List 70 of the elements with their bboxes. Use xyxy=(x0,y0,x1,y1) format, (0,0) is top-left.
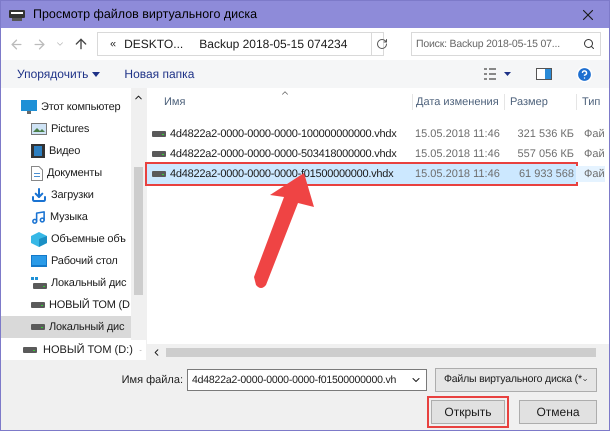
file-row[interactable]: 4d4822a2-0000-0000-0000-503418000000.vhdx 15.05.2018 11:46 557 056 КБ xyxy=(147,144,576,164)
file-type: Фай xyxy=(576,166,605,182)
download-arrow-icon xyxy=(31,187,47,203)
monitor-icon xyxy=(21,100,37,114)
drive-icon xyxy=(152,150,166,158)
column-header[interactable]: Имя xyxy=(147,94,412,110)
column-header[interactable]: Тип xyxy=(576,94,600,110)
search-icon xyxy=(583,38,595,50)
search-field[interactable]: Поиск: Backup 2018-05-15 07... xyxy=(411,32,601,56)
file-date: 15.05.2018 11:46 xyxy=(414,166,501,182)
organize-button[interactable]: Упорядочить xyxy=(17,65,100,83)
drive-icon xyxy=(31,323,45,331)
scrollbar-thumb[interactable] xyxy=(166,348,596,356)
sidebar-item[interactable]: Объемные объ xyxy=(1,228,131,250)
file-size: 557 056 КБ xyxy=(516,146,574,162)
help-icon[interactable] xyxy=(576,66,593,82)
refresh-icon[interactable] xyxy=(376,38,388,50)
file-type: Фай xyxy=(583,146,605,162)
file-type-filter: Файлы виртуального диска (* xyxy=(444,372,582,388)
cube-icon xyxy=(31,232,47,246)
sidebar-item[interactable]: Локальный дис xyxy=(1,316,131,338)
file-type-dropdown[interactable]: Файлы виртуального диска (* xyxy=(435,368,597,392)
picture-icon xyxy=(31,123,47,135)
sidebar-item[interactable]: НОВЫЙ ТОМ (D xyxy=(1,294,131,316)
sidebar-item[interactable]: НОВЫЙ ТОМ (D:) xyxy=(1,340,146,360)
drive-icon xyxy=(152,170,166,178)
sidebar-item[interactable]: Документы xyxy=(1,162,131,184)
scrollbar-thumb[interactable] xyxy=(134,167,143,295)
window-title: Просмотр файлов виртуального диска xyxy=(33,6,258,24)
sidebar-item[interactable]: Локальный дис xyxy=(1,272,131,294)
new-folder-button[interactable]: Новая папка xyxy=(124,65,194,83)
file-type: Фай xyxy=(583,126,605,142)
column-header[interactable]: Размер xyxy=(504,94,576,110)
cancel-button[interactable]: Отмена xyxy=(519,400,597,424)
vertical-scrollbar[interactable] xyxy=(131,88,146,340)
breadcrumb[interactable]: DESKTO... xyxy=(124,35,184,53)
breadcrumb[interactable]: Backup 2018-05-15 074234 xyxy=(199,35,348,53)
desktop-icon xyxy=(31,255,47,267)
drive-icon xyxy=(23,346,37,354)
file-row[interactable]: 4d4822a2-0000-0000-0000-f01500000000.vhdx 15.05.2018 11:46 61 933 568 xyxy=(147,164,576,184)
file-name: 4d4822a2-0000-0000-0000-503418000000.vhdx xyxy=(170,146,396,162)
file-size: 321 536 КБ xyxy=(516,126,574,142)
address-prefix: « xyxy=(110,36,116,52)
sidebar-item[interactable]: Видео xyxy=(1,140,131,162)
file-name: 4d4822a2-0000-0000-0000-100000000000.vhdx xyxy=(170,126,396,142)
film-icon xyxy=(31,144,45,158)
sidebar-item[interactable]: Загрузки xyxy=(1,184,131,206)
document-icon xyxy=(31,166,43,180)
file-row[interactable]: 4d4822a2-0000-0000-0000-100000000000.vhdx 15.05.2018 11:46 321 536 КБ xyxy=(147,124,576,144)
sidebar-item[interactable]: Музыка xyxy=(1,206,131,228)
file-date: 15.05.2018 11:46 xyxy=(414,126,501,142)
preview-pane-icon[interactable] xyxy=(536,68,552,80)
caret-icon xyxy=(92,72,100,76)
file-name: 4d4822a2-0000-0000-0000-f01500000000.vhdx xyxy=(170,166,394,182)
sidebar-item[interactable]: Этот компьютер xyxy=(1,96,131,118)
filename-label: Имя файла: xyxy=(122,372,183,388)
system-drive-icon xyxy=(31,276,47,290)
file-size: 61 933 568 xyxy=(518,166,574,182)
sidebar-item[interactable]: Рабочий стол xyxy=(1,250,131,272)
drive-icon xyxy=(31,301,45,309)
filename-field[interactable]: 4d4822a2-0000-0000-0000-f01500000000.vh xyxy=(187,369,427,391)
sidebar-item[interactable]: Pictures xyxy=(1,118,131,140)
music-note-icon xyxy=(31,210,46,224)
address-bar[interactable]: « DESKTO... Backup 2018-05-15 074234 xyxy=(97,32,384,56)
drive-icon xyxy=(152,130,166,138)
drive-window-icon xyxy=(9,8,25,22)
horizontal-scrollbar[interactable] xyxy=(147,344,609,360)
file-date: 15.05.2018 11:46 xyxy=(414,146,501,162)
view-options-icon[interactable] xyxy=(484,68,512,80)
column-header[interactable]: Дата изменения xyxy=(412,94,504,110)
